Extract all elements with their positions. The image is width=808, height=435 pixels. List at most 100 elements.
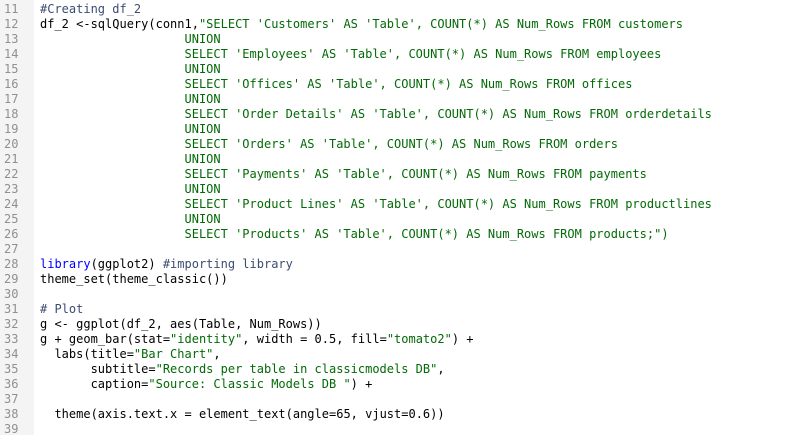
- code-line[interactable]: 39: [0, 422, 808, 435]
- code-token: 0.6: [408, 407, 431, 421]
- code-line[interactable]: 31 # Plot: [0, 302, 808, 317]
- line-number: 24: [0, 197, 34, 212]
- line-number: 12: [0, 17, 34, 32]
- code-line[interactable]: 15 UNION: [0, 62, 808, 77]
- code-token: ,: [437, 362, 445, 376]
- code-token: #importing library: [162, 257, 293, 271]
- code-line[interactable]: 29 theme_set(theme_classic()): [0, 272, 808, 287]
- code-token: theme(axis.text.x = element_text(angle=: [40, 407, 337, 421]
- line-number: 14: [0, 47, 34, 62]
- code-line[interactable]: 24 SELECT 'Product Lines' AS 'Table', CO…: [0, 197, 808, 212]
- code-editor[interactable]: 11 #Creating df_2 12 df_2 <-sqlQuery(conn1,…: [0, 0, 808, 435]
- line-number: 37: [0, 392, 34, 407]
- code-text: g + geom_bar(stat="identity", width = 0.…: [40, 332, 474, 347]
- code-text: UNION: [40, 182, 220, 197]
- code-line[interactable]: 26 SELECT 'Products' AS 'Table', COUNT(*…: [0, 227, 808, 242]
- code-line[interactable]: 32 g <- ggplot(df_2, aes(Table, Num_Rows)…: [0, 317, 808, 332]
- code-text: UNION: [40, 122, 221, 137]
- code-line[interactable]: 30: [0, 287, 808, 302]
- line-number: 32: [0, 317, 34, 332]
- code-line[interactable]: 11 #Creating df_2: [0, 2, 808, 17]
- code-token: UNION: [40, 212, 221, 226]
- code-line[interactable]: 16 SELECT 'Offices' AS 'Table', COUNT(*)…: [0, 77, 808, 92]
- code-token: ) +: [350, 377, 373, 391]
- code-token: SELECT 'Offices' AS 'Table', COUNT(*) AS…: [40, 77, 633, 91]
- code-text: labs(title="Bar Chart",: [40, 347, 220, 362]
- code-token: UNION: [40, 122, 221, 136]
- code-line[interactable]: 27: [0, 242, 808, 257]
- code-line[interactable]: 37: [0, 392, 808, 407]
- code-token: SELECT 'Orders' AS 'Table', COUNT(*) AS …: [40, 137, 618, 151]
- code-line[interactable]: 25 UNION: [0, 212, 808, 227]
- code-text: # Plot: [40, 302, 83, 317]
- code-text: UNION: [40, 32, 221, 47]
- code-line[interactable]: 17 UNION: [0, 92, 808, 107]
- code-line[interactable]: 34 labs(title="Bar Chart",: [0, 347, 808, 362]
- code-text: library(ggplot2) #importing library: [40, 257, 293, 272]
- code-token: "SELECT 'Customers' AS 'Table', COUNT(*)…: [198, 17, 684, 31]
- code-token: subtitle=: [40, 362, 156, 376]
- code-token: SELECT 'Products' AS 'Table', COUNT(*) A…: [40, 227, 669, 241]
- code-token: UNION: [40, 32, 221, 46]
- code-token: "Bar Chart": [133, 347, 214, 361]
- code-line[interactable]: 13 UNION: [0, 32, 808, 47]
- code-token: SELECT 'Payments' AS 'Table', COUNT(*) A…: [40, 167, 647, 181]
- code-line[interactable]: 22 SELECT 'Payments' AS 'Table', COUNT(*…: [0, 167, 808, 182]
- line-number: 28: [0, 257, 34, 272]
- code-line[interactable]: 19 UNION: [0, 122, 808, 137]
- code-text: UNION: [40, 212, 221, 227]
- line-number: 18: [0, 107, 34, 122]
- line-number: 20: [0, 137, 34, 152]
- code-token: , vjust=: [350, 407, 409, 421]
- code-text: caption="Source: Classic Models DB ") +: [40, 377, 373, 392]
- line-number: 26: [0, 227, 34, 242]
- line-number: 21: [0, 152, 34, 167]
- line-number: 16: [0, 77, 34, 92]
- code-text: SELECT 'Order Details' AS 'Table', COUNT…: [40, 107, 711, 122]
- code-text: SELECT 'Orders' AS 'Table', COUNT(*) AS …: [40, 137, 618, 152]
- code-line[interactable]: 18 SELECT 'Order Details' AS 'Table', CO…: [0, 107, 808, 122]
- line-number: 13: [0, 32, 34, 47]
- code-token: # Plot: [40, 302, 84, 316]
- code-line[interactable]: 14 SELECT 'Employees' AS 'Table', COUNT(…: [0, 47, 808, 62]
- code-token: g + geom_bar(stat=: [40, 332, 171, 346]
- line-number: 34: [0, 347, 34, 362]
- code-line[interactable]: 35 subtitle="Records per table in classi…: [0, 362, 808, 377]
- line-number: 36: [0, 377, 34, 392]
- code-token: labs(title=: [40, 347, 134, 361]
- code-line[interactable]: 36 caption="Source: Classic Models DB ")…: [0, 377, 808, 392]
- line-number: 31: [0, 302, 34, 317]
- code-token: , fill=: [336, 332, 387, 346]
- code-line[interactable]: 23 UNION: [0, 182, 808, 197]
- line-number: 15: [0, 62, 34, 77]
- code-text: UNION: [40, 152, 220, 167]
- line-number: 22: [0, 167, 34, 182]
- code-line[interactable]: 20 SELECT 'Orders' AS 'Table', COUNT(*) …: [0, 137, 808, 152]
- line-number: 29: [0, 272, 34, 287]
- code-text: SELECT 'Payments' AS 'Table', COUNT(*) A…: [40, 167, 647, 182]
- code-text: UNION: [40, 62, 221, 77]
- code-text: theme(axis.text.x = element_text(angle=6…: [40, 407, 444, 422]
- code-token: library: [40, 257, 91, 271]
- line-number: 35: [0, 362, 34, 377]
- line-number: 27: [0, 242, 34, 257]
- code-text: df_2 <-sqlQuery(conn1,"SELECT 'Customers…: [40, 17, 683, 32]
- line-number: 38: [0, 407, 34, 422]
- code-line[interactable]: 12 df_2 <-sqlQuery(conn1,"SELECT 'Custome…: [0, 17, 808, 32]
- code-token: ) +: [451, 332, 474, 346]
- code-line[interactable]: 33 g + geom_bar(stat="identity", width = …: [0, 332, 808, 347]
- code-line[interactable]: 28 library(ggplot2) #importing library: [0, 257, 808, 272]
- code-token: "tomato2": [386, 332, 452, 346]
- code-token: 0.5: [314, 332, 337, 346]
- code-text: SELECT 'Offices' AS 'Table', COUNT(*) AS…: [40, 77, 632, 92]
- code-line[interactable]: 21 UNION: [0, 152, 808, 167]
- code-token: UNION: [40, 62, 221, 76]
- code-token: "identity": [170, 332, 243, 346]
- code-text: SELECT 'Employees' AS 'Table', COUNT(*) …: [40, 47, 661, 62]
- code-line[interactable]: 38 theme(axis.text.x = element_text(angl…: [0, 407, 808, 422]
- line-number: 33: [0, 332, 34, 347]
- code-token: SELECT 'Product Lines' AS 'Table', COUNT…: [40, 197, 712, 211]
- line-number: 39: [0, 422, 34, 435]
- code-text: #Creating df_2: [40, 2, 141, 17]
- code-token: , width =: [242, 332, 315, 346]
